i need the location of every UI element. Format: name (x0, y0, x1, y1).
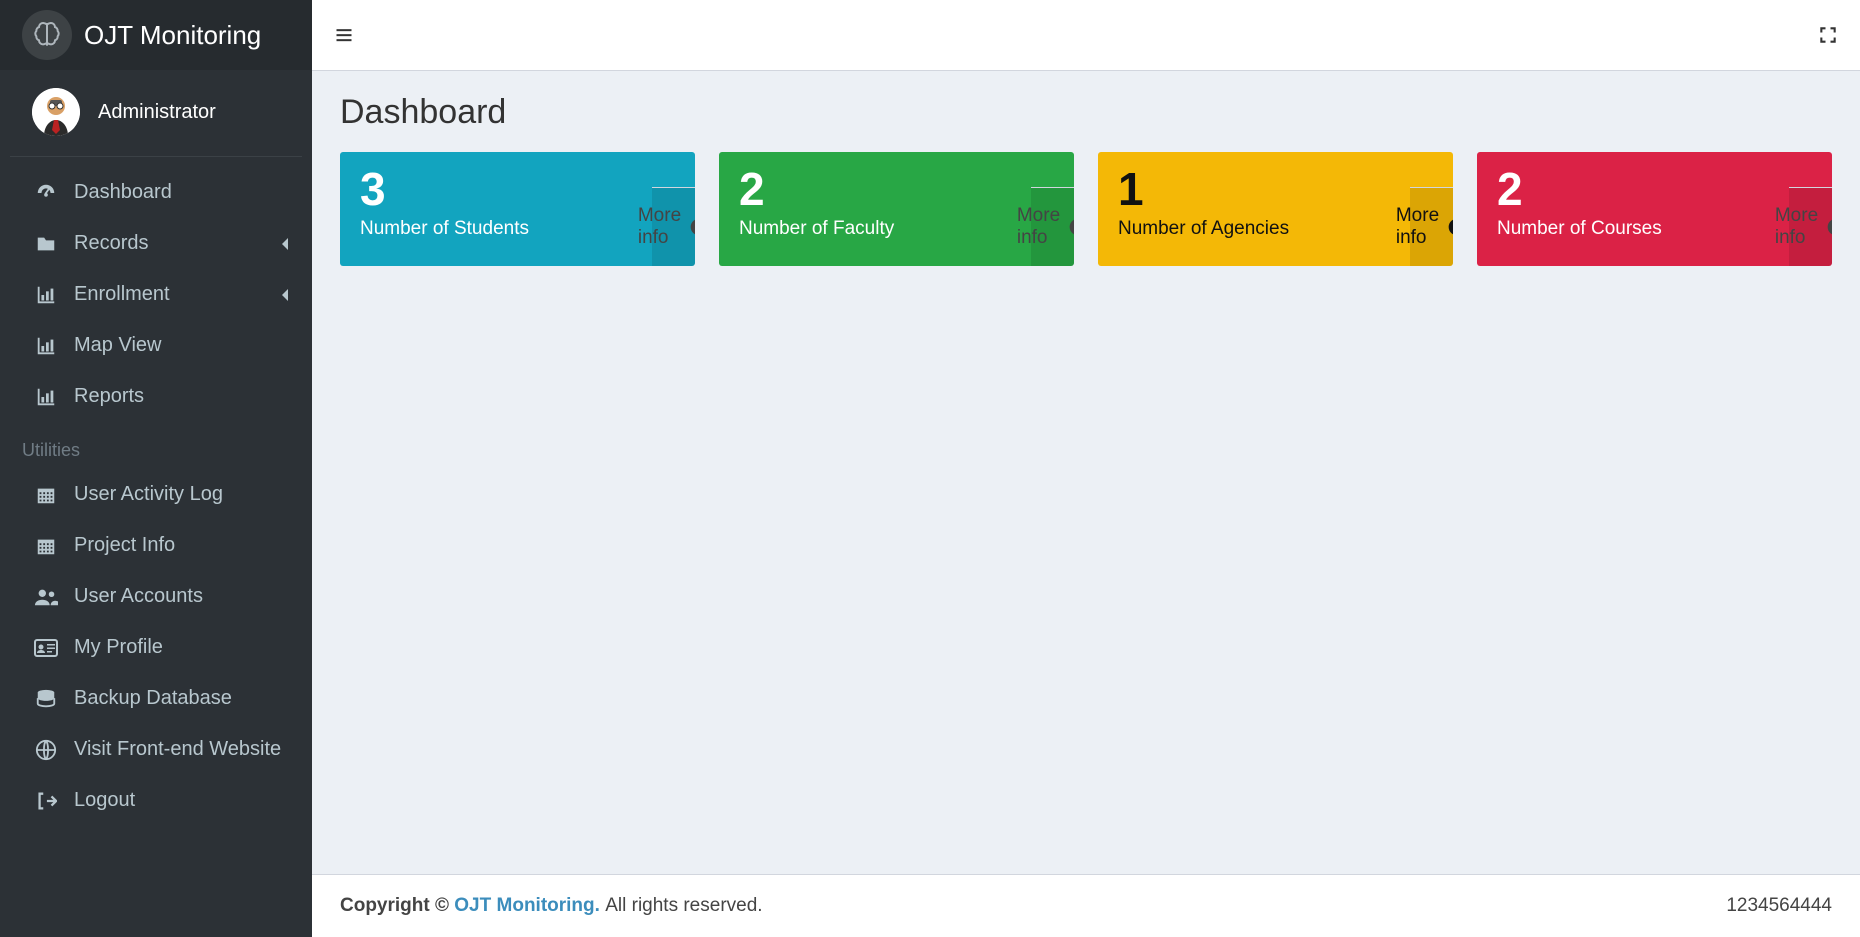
sidebar-item-user-accounts[interactable]: User Accounts (0, 571, 312, 622)
user-avatar-icon (32, 88, 80, 136)
sidebar-section-utilities: Utilities (0, 422, 312, 469)
content-header: Dashboard (312, 71, 1860, 144)
sidebar-item-label: User Activity Log (74, 483, 223, 506)
stat-value: 2 (1497, 166, 1812, 212)
bars-icon (334, 25, 354, 45)
user-name: Administrator (98, 101, 216, 124)
stat-more-info-link[interactable]: More info (652, 187, 695, 266)
footer-copyright: Copyright © (340, 895, 454, 916)
fullscreen-button[interactable] (1818, 0, 1838, 70)
sidebar-item-enrollment[interactable]: Enrollment (0, 269, 312, 320)
sidebar-item-map-view[interactable]: Map View (0, 320, 312, 371)
bar-chart-icon (34, 386, 58, 408)
user-panel: Administrator (10, 70, 302, 157)
stat-box-agencies: 1 Number of Agencies More info (1098, 152, 1453, 266)
sidebar-item-label: My Profile (74, 636, 163, 659)
footer-version: 1234564444 (1726, 895, 1832, 917)
sidebar-item-label: Enrollment (74, 283, 170, 306)
app-title: OJT Monitoring (84, 20, 261, 51)
sign-out-icon (34, 790, 58, 812)
stat-box-faculty: 2 Number of Faculty More info (719, 152, 1074, 266)
stat-label: Number of Courses (1497, 218, 1812, 240)
chevron-left-icon (280, 288, 290, 302)
stat-link-text: More info (1396, 205, 1439, 249)
stats-row: 3 Number of Students More info 2 Number … (340, 152, 1832, 266)
sidebar-item-label: User Accounts (74, 585, 203, 608)
building-icon (34, 484, 58, 506)
footer-left: Copyright © OJT Monitoring. All rights r… (340, 895, 763, 917)
sidebar-item-label: Records (74, 232, 148, 255)
dashboard-icon (34, 182, 58, 204)
sidebar-item-label: Visit Front-end Website (74, 738, 281, 761)
stat-label: Number of Agencies (1118, 218, 1433, 240)
sidebar-item-reports[interactable]: Reports (0, 371, 312, 422)
stat-link-text: More info (1775, 205, 1818, 249)
app-logo[interactable]: OJT Monitoring (0, 0, 312, 70)
sidebar-item-my-profile[interactable]: My Profile (0, 622, 312, 673)
bar-chart-icon (34, 335, 58, 357)
sidebar-item-records[interactable]: Records (0, 218, 312, 269)
page-title: Dashboard (340, 93, 1832, 132)
chevron-left-icon (280, 237, 290, 251)
sidebar-item-label: Dashboard (74, 181, 172, 204)
stat-value: 3 (360, 166, 675, 212)
header: OJT Monitoring (0, 0, 1860, 70)
sidebar-item-label: Reports (74, 385, 144, 408)
sidebar-menu: Dashboard Records Enrollment Map View Re… (0, 157, 312, 826)
sidebar-item-label: Logout (74, 789, 135, 812)
arrow-circle-right-icon (1826, 217, 1832, 237)
arrow-circle-right-icon (1447, 217, 1453, 237)
stat-more-info-link[interactable]: More info (1410, 187, 1453, 266)
stat-more-info-link[interactable]: More info (1789, 187, 1832, 266)
sidebar-item-logout[interactable]: Logout (0, 775, 312, 826)
sidebar-item-label: Project Info (74, 534, 175, 557)
footer: Copyright © OJT Monitoring. All rights r… (312, 874, 1860, 937)
sidebar-item-backup-database[interactable]: Backup Database (0, 673, 312, 724)
sidebar-item-label: Map View (74, 334, 161, 357)
stat-link-text: More info (638, 205, 681, 249)
id-card-icon (34, 637, 58, 659)
content: 3 Number of Students More info 2 Number … (312, 144, 1860, 274)
arrow-circle-right-icon (689, 217, 695, 237)
stat-value: 1 (1118, 166, 1433, 212)
brain-icon (22, 10, 72, 60)
stat-label: Number of Faculty (739, 218, 1054, 240)
stat-more-info-link[interactable]: More info (1031, 187, 1074, 266)
stat-box-courses: 2 Number of Courses More info (1477, 152, 1832, 266)
folder-icon (34, 233, 58, 255)
sidebar: Administrator Dashboard Records Enrollme… (0, 70, 312, 937)
globe-icon (34, 739, 58, 761)
content-wrapper: Dashboard 3 Number of Students More info… (312, 71, 1860, 875)
stat-label: Number of Students (360, 218, 675, 240)
footer-brand[interactable]: OJT Monitoring. (454, 895, 600, 916)
sidebar-item-user-activity-log[interactable]: User Activity Log (0, 469, 312, 520)
database-icon (34, 688, 58, 710)
stat-link-text: More info (1017, 205, 1060, 249)
users-icon (34, 586, 58, 608)
stat-box-students: 3 Number of Students More info (340, 152, 695, 266)
bar-chart-icon (34, 284, 58, 306)
building-icon (34, 535, 58, 557)
sidebar-item-visit-frontend[interactable]: Visit Front-end Website (0, 724, 312, 775)
arrow-circle-right-icon (1068, 217, 1074, 237)
sidebar-item-label: Backup Database (74, 687, 232, 710)
sidebar-item-project-info[interactable]: Project Info (0, 520, 312, 571)
navbar (312, 0, 1860, 71)
sidebar-item-dashboard[interactable]: Dashboard (0, 167, 312, 218)
stat-value: 2 (739, 166, 1054, 212)
footer-rights: All rights reserved. (605, 895, 762, 916)
expand-icon (1818, 25, 1838, 45)
sidebar-toggle-button[interactable] (334, 0, 354, 70)
